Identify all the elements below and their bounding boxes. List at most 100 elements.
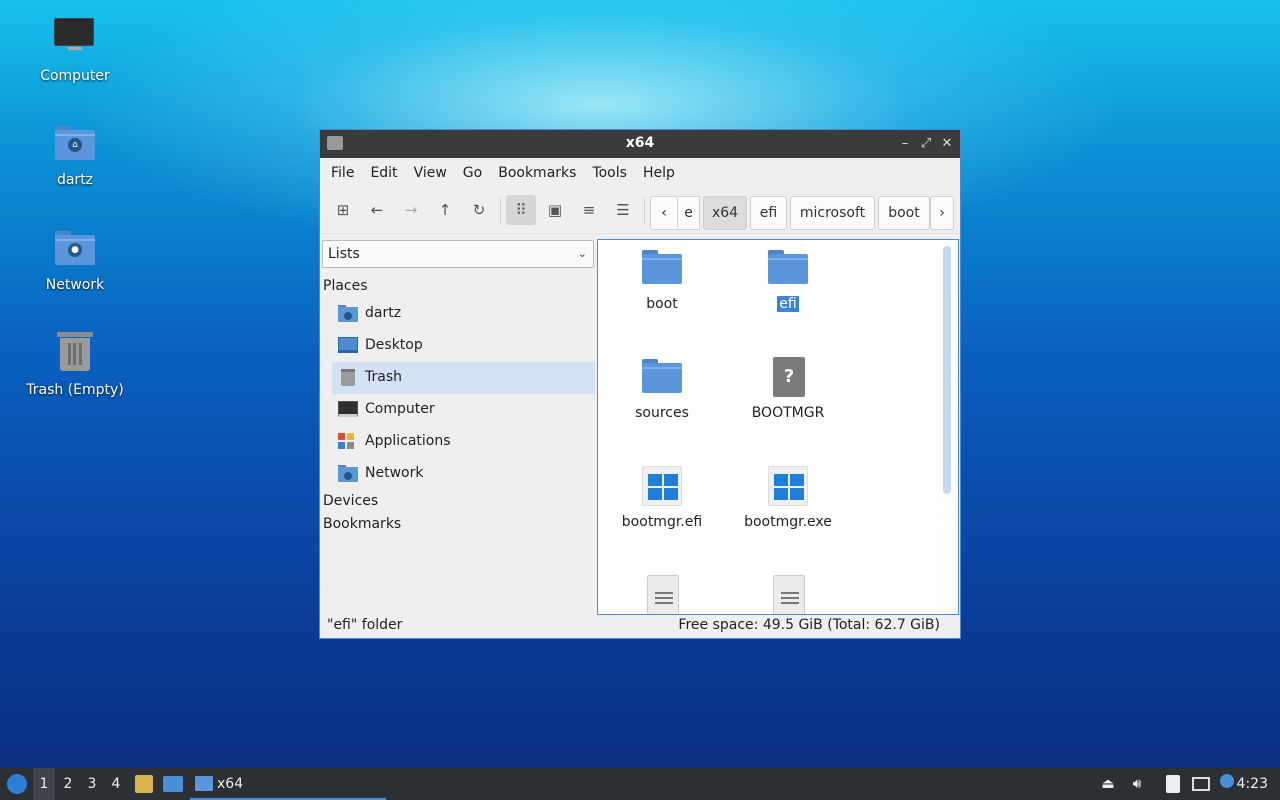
desktop-home[interactable]: ⌂ dartz xyxy=(10,122,140,188)
trash-icon xyxy=(338,369,358,387)
desktop-computer[interactable]: Computer xyxy=(10,18,140,84)
sidebar-item-trash[interactable]: Trash xyxy=(332,362,595,394)
detailed-view-button[interactable]: ☰ xyxy=(608,195,638,225)
network-icon xyxy=(1192,777,1210,791)
title-bar[interactable]: x64 – ⤢ ✕ xyxy=(320,130,960,158)
menu-view[interactable]: View xyxy=(406,165,455,181)
up-button[interactable]: ↑ xyxy=(430,195,460,225)
side-pane: Lists ⌄ Places dartz Desktop Trash Compu… xyxy=(320,234,595,610)
network-folder-icon: ● xyxy=(53,227,97,271)
file-manager-window: x64 – ⤢ ✕ File Edit View Go Bookmarks To… xyxy=(319,129,961,639)
file-item-efi[interactable]: efi xyxy=(725,248,851,312)
arrow-right-icon: → xyxy=(404,201,418,219)
menu-tools[interactable]: Tools xyxy=(584,165,635,181)
icon-view-button[interactable]: ⠿ xyxy=(506,195,536,225)
speaker-icon: 🔊︎ xyxy=(1132,776,1142,792)
breadcrumb-item[interactable]: efi xyxy=(750,196,787,230)
show-desktop-icon xyxy=(163,776,183,792)
file-item-label: BOOTMGR xyxy=(751,405,825,421)
file-item-label: bootmgr.exe xyxy=(744,514,832,530)
workspace-3[interactable]: 3 xyxy=(81,768,103,800)
start-menu-button[interactable] xyxy=(4,768,30,800)
chevron-left-icon: ‹ xyxy=(661,205,667,221)
forward-button[interactable]: → xyxy=(396,195,426,225)
windows-logo-icon xyxy=(767,466,809,508)
file-item-bootmgr[interactable]: ? BOOTMGR xyxy=(725,357,851,421)
unknown-file-icon: ? xyxy=(767,357,809,399)
sidebar-item-dartz[interactable]: dartz xyxy=(332,298,595,330)
desktop-icon-label: Network xyxy=(45,277,105,293)
taskbar: 1 2 3 4 x64 ⏏ 🔊︎ 4:23 xyxy=(0,768,1280,800)
sidebar-item-applications[interactable]: Applications xyxy=(332,426,595,458)
file-item-boot[interactable]: boot xyxy=(599,248,725,312)
task-button-x64[interactable]: x64 xyxy=(190,768,386,800)
menu-help[interactable]: Help xyxy=(635,165,683,181)
clock[interactable]: 4:23 xyxy=(1237,768,1268,800)
file-item-text[interactable] xyxy=(725,575,851,614)
breadcrumb-item-active[interactable]: x64 xyxy=(703,196,747,230)
desktop-icon-label: Trash (Empty) xyxy=(26,382,124,398)
menu-file[interactable]: File xyxy=(323,165,362,181)
back-button[interactable]: ← xyxy=(362,195,392,225)
workspace-2[interactable]: 2 xyxy=(57,768,79,800)
breadcrumb-item[interactable]: boot xyxy=(878,196,930,230)
file-item-sources[interactable]: sources xyxy=(599,357,725,421)
close-button[interactable]: ✕ xyxy=(938,134,956,154)
eject-button[interactable]: ⏏ xyxy=(1098,768,1118,800)
side-pane-mode-select[interactable]: Lists ⌄ xyxy=(322,240,594,268)
places-header[interactable]: Places xyxy=(323,278,368,294)
bookmarks-header[interactable]: Bookmarks xyxy=(323,516,401,532)
menu-bookmarks[interactable]: Bookmarks xyxy=(490,165,584,181)
menu-edit[interactable]: Edit xyxy=(362,165,405,181)
desktop-network[interactable]: ● Network xyxy=(10,227,140,293)
window-title: x64 xyxy=(625,135,655,151)
breadcrumb-item[interactable]: e xyxy=(678,196,700,230)
quicklaunch-desktop[interactable] xyxy=(160,768,186,800)
scrollbar[interactable] xyxy=(943,246,951,494)
windows-logo-icon xyxy=(641,466,683,508)
home-folder-icon xyxy=(338,305,358,323)
computer-icon xyxy=(53,18,97,62)
sidebar-item-computer[interactable]: Computer xyxy=(332,394,595,426)
desktop-icon-label: Computer xyxy=(40,68,110,84)
sidebar-item-network[interactable]: Network xyxy=(332,458,595,490)
notifications-button[interactable] xyxy=(1216,768,1238,800)
file-cabinet-icon xyxy=(135,775,153,793)
network-button[interactable] xyxy=(1190,768,1212,800)
computer-icon xyxy=(338,401,358,419)
minimize-button[interactable]: – xyxy=(896,134,914,154)
file-item-text[interactable] xyxy=(599,575,725,614)
status-bar: "efi" folder Free space: 49.5 GiB (Total… xyxy=(320,614,960,638)
new-tab-button[interactable]: ⊞ xyxy=(328,195,358,225)
lxqt-logo-icon xyxy=(7,774,27,794)
folder-icon xyxy=(641,357,683,399)
home-folder-icon: ⌂ xyxy=(53,122,97,166)
volume-button[interactable]: 🔊︎ xyxy=(1126,768,1148,800)
compact-view-button[interactable]: ≡ xyxy=(574,195,604,225)
breadcrumb-item[interactable]: microsoft xyxy=(790,196,875,230)
status-free-space: Free space: 49.5 GiB (Total: 62.7 GiB) xyxy=(678,617,940,633)
workspace-1[interactable]: 1 xyxy=(33,768,55,800)
desktop-trash[interactable]: Trash (Empty) xyxy=(10,332,140,398)
file-item-bootmgr-exe[interactable]: bootmgr.exe xyxy=(725,466,851,530)
folder-icon xyxy=(767,248,809,290)
quicklaunch-files[interactable] xyxy=(132,768,156,800)
breadcrumb-scroll-right[interactable]: › xyxy=(930,196,954,230)
eject-icon: ⏏ xyxy=(1101,776,1115,792)
sidebar-item-label: Desktop xyxy=(365,337,423,353)
new-tab-icon: ⊞ xyxy=(336,201,350,219)
file-view[interactable]: boot efi sources ? BOOTMGR bootmgr.efi b… xyxy=(597,239,959,615)
sidebar-item-label: Trash xyxy=(365,369,402,385)
clipboard-button[interactable] xyxy=(1162,768,1184,800)
file-item-bootmgr-efi[interactable]: bootmgr.efi xyxy=(599,466,725,530)
workspace-4[interactable]: 4 xyxy=(105,768,127,800)
devices-header[interactable]: Devices xyxy=(323,493,378,509)
reload-button[interactable]: ↻ xyxy=(464,195,494,225)
breadcrumb-scroll-left[interactable]: ‹ xyxy=(650,196,678,230)
sidebar-item-desktop[interactable]: Desktop xyxy=(332,330,595,362)
notification-icon xyxy=(1220,774,1234,788)
thumbnail-view-button[interactable]: ▣ xyxy=(540,195,570,225)
task-label: x64 xyxy=(217,776,244,792)
menu-go[interactable]: Go xyxy=(455,165,490,181)
maximize-button[interactable]: ⤢ xyxy=(917,134,935,154)
